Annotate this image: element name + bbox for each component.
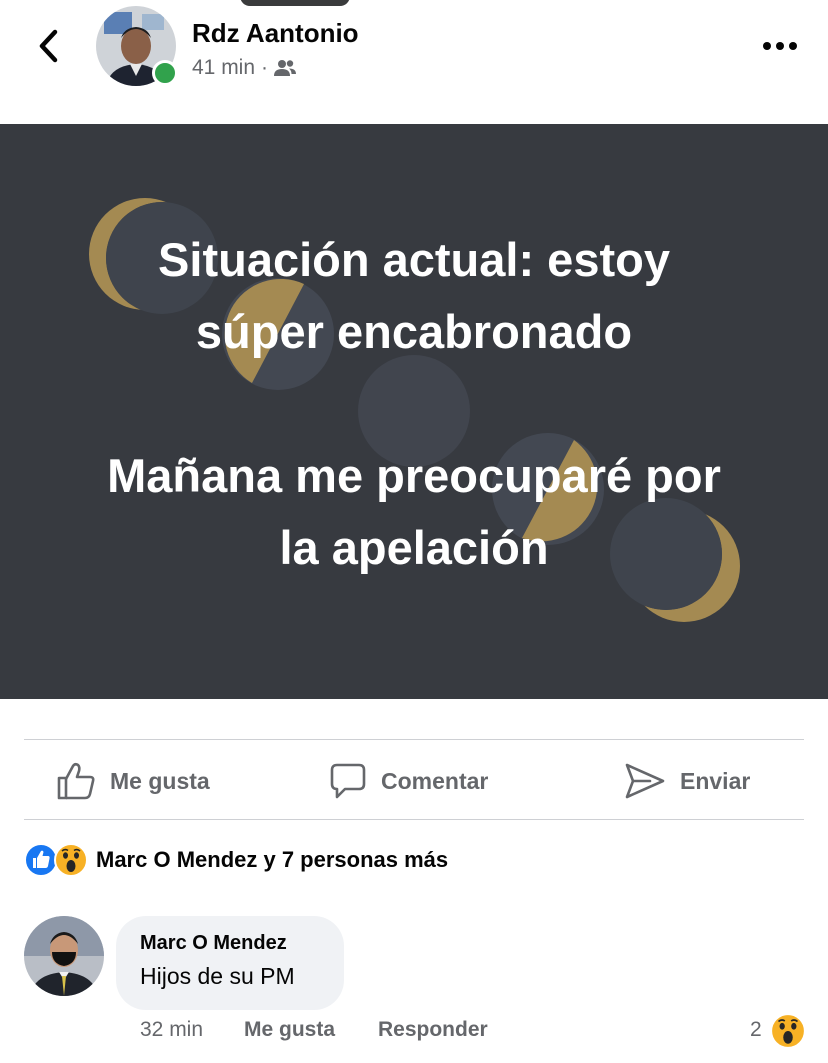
post-header: Rdz Aantonio 41 min ·: [0, 0, 828, 124]
send-button[interactable]: Enviar: [624, 750, 750, 812]
wow-reaction-icon[interactable]: [770, 1013, 806, 1049]
author-name[interactable]: Rdz Aantonio: [192, 18, 359, 49]
comment-reply-button[interactable]: Responder: [378, 1018, 488, 1042]
chevron-left-icon: [39, 29, 58, 63]
reactions-summary-text: Marc O Mendez y 7 personas más: [96, 847, 449, 872]
comment-label: Comentar: [381, 767, 489, 794]
post-time[interactable]: 41 min: [192, 56, 255, 80]
post-text-line: súper encabronado: [195, 305, 633, 358]
meta-separator: ·: [261, 56, 269, 79]
online-status-indicator: [152, 60, 178, 86]
comment-text: Hijos de su PM: [140, 963, 295, 989]
post-text-line: Situación actual: estoy: [158, 233, 670, 286]
reactions-summary[interactable]: Marc O Mendez y 7 personas más: [24, 840, 448, 880]
divider: [24, 739, 804, 740]
back-button[interactable]: [26, 24, 70, 68]
commenter-avatar[interactable]: [24, 916, 104, 996]
send-icon: [625, 763, 665, 799]
like-reaction-icon: [24, 843, 58, 877]
comment-time: 32 min: [140, 1018, 204, 1041]
reaction-icons: [24, 843, 88, 877]
wow-reaction-icon: [54, 843, 88, 877]
comment-button[interactable]: Comentar: [329, 750, 488, 812]
send-label: Enviar: [680, 767, 751, 794]
comment-icon: [330, 763, 366, 799]
comment-reaction-count[interactable]: 2: [750, 1018, 762, 1042]
like-label: Me gusta: [110, 767, 210, 794]
divider: [24, 819, 804, 820]
like-button[interactable]: Me gusta: [56, 750, 210, 812]
avatar-photo: [24, 916, 104, 996]
author-avatar[interactable]: [96, 6, 178, 86]
post-meta: 41 min ·: [192, 56, 297, 80]
post-text-line: la apelación: [279, 521, 549, 574]
thumbs-up-icon: [57, 762, 95, 800]
comment-bubble: Marc O Mendez Hijos de su PM: [116, 916, 344, 1010]
comment-author[interactable]: Marc O Mendez: [140, 932, 320, 955]
post-text: Situación actual: estoy súper encabronad…: [20, 224, 808, 584]
more-horizontal-icon: [763, 42, 797, 50]
post-content-card: Situación actual: estoy súper encabronad…: [0, 124, 828, 699]
post-text-line: Mañana me preocuparé por: [107, 449, 721, 502]
comment-like-button[interactable]: Me gusta: [244, 1018, 335, 1042]
more-options-button[interactable]: [756, 30, 804, 62]
friends-icon: [274, 60, 297, 76]
